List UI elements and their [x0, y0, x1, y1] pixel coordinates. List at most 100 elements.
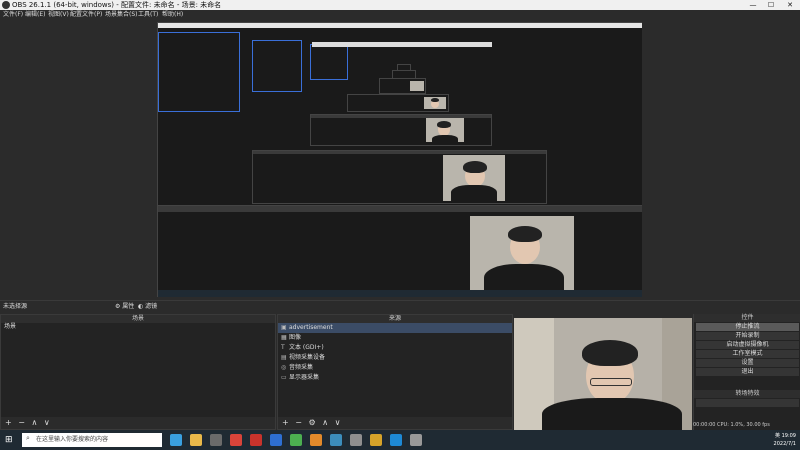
start-virtual-camera-button[interactable]: 启动虚拟摄像机 [696, 341, 799, 349]
source-label: 文本 (GDI+) [289, 344, 324, 351]
webcam-thumb [424, 97, 446, 109]
controls-header: 控件 [694, 314, 800, 322]
text-icon: T [281, 344, 285, 351]
webcam-thumb [410, 81, 424, 91]
selection-outline [158, 32, 240, 112]
source-label: 显示器采集 [289, 374, 320, 381]
filters-label: 滤镜 [145, 303, 158, 310]
nested-capture-4 [379, 78, 426, 94]
source-label: 图像 [289, 334, 302, 341]
taskbar-app-icon[interactable] [370, 434, 382, 446]
taskbar-app-icon[interactable] [210, 434, 222, 446]
image-icon: ▦ [281, 334, 287, 341]
window-title: OBS 26.1.1 (64-bit, windows) - 配置文件: 未命名… [12, 1, 222, 9]
taskbar-app-icon[interactable] [390, 434, 402, 446]
webcam-thumb [470, 216, 574, 296]
nested-capture-1b [252, 150, 547, 204]
nested-capture-3 [347, 94, 449, 112]
clock-time[interactable]: 19:09 [782, 433, 796, 439]
scene-item[interactable]: 场景 [1, 323, 275, 331]
clock-date[interactable]: 2022/7/1 [774, 441, 796, 447]
remove-scene-button[interactable]: − [18, 417, 25, 429]
taskbar-app-icon[interactable] [190, 434, 202, 446]
nested-titlebar [158, 23, 642, 28]
studio-mode-button[interactable]: 工作室模式 [696, 350, 799, 358]
source-label: 音频采集 [289, 364, 314, 371]
audio-icon: ◎ [281, 364, 287, 371]
transitions-header: 转场特效 [694, 390, 800, 398]
stop-streaming-button[interactable]: 停止推流 [696, 323, 799, 331]
nested-menu [312, 42, 492, 47]
windows-start-icon[interactable]: ⊞ [5, 435, 15, 445]
source-item-video-capture[interactable]: ▤ 视频采集设备 [278, 353, 512, 363]
display-icon: ▭ [281, 374, 287, 381]
menu-profile[interactable]: 配置文件(P) [70, 10, 102, 20]
scene-toolbar: 未选择源 ⚙ 属性 ◐ 滤镜 [0, 300, 800, 313]
nested-taskbar [158, 290, 642, 297]
source-item-image[interactable]: ▦ 图像 [278, 333, 512, 343]
maximize-button[interactable]: ☐ [762, 0, 780, 10]
source-item-text[interactable]: T 文本 (GDI+) [278, 343, 512, 353]
preview-canvas[interactable] [157, 22, 642, 297]
menu-edit[interactable]: 编辑(E) [25, 10, 45, 20]
source-up-button[interactable]: ∧ [322, 417, 328, 429]
settings-button[interactable]: 设置 [696, 359, 799, 367]
selection-outline [310, 44, 348, 80]
transition-select[interactable] [696, 399, 799, 407]
add-source-button[interactable]: + [282, 417, 289, 429]
start-recording-button[interactable]: 开始录制 [696, 332, 799, 340]
scene-down-button[interactable]: ∨ [44, 417, 50, 429]
camera-icon: ▤ [281, 354, 287, 361]
remove-source-button[interactable]: − [295, 417, 302, 429]
source-item-advertisement[interactable]: ▣ advertisement [278, 323, 512, 333]
system-tray: 英 19:09 2022/7/1 [774, 432, 796, 448]
source-down-button[interactable]: ∨ [335, 417, 341, 429]
menu-tools[interactable]: 工具(T) [138, 10, 158, 20]
controls-dock: 控件 停止推流 开始录制 启动虚拟摄像机 工作室模式 设置 退出 转场特效 [693, 314, 800, 430]
windows-taskbar: ⊞ 在这里输入你要搜索的内容 ⌕ 英 19:09 2022/7/1 [0, 430, 800, 450]
source-item-audio-capture[interactable]: ◎ 音频采集 [278, 363, 512, 373]
taskbar-app-icon[interactable] [350, 434, 362, 446]
taskbar-app-icon[interactable] [270, 434, 282, 446]
status-bar: 00:00:00 CPU: 1.0%, 30.00 fps [693, 422, 770, 428]
properties-button[interactable]: ⚙ 属性 [115, 301, 134, 313]
taskbar-app-icon[interactable] [410, 434, 422, 446]
obs-logo-icon [2, 1, 10, 9]
taskbar-app-icon[interactable] [170, 434, 182, 446]
nested-capture-main [157, 205, 642, 297]
menu-scene-collection[interactable]: 场景集合(S) [105, 10, 138, 20]
taskbar-app-icon[interactable] [310, 434, 322, 446]
scene-up-button[interactable]: ∧ [32, 417, 38, 429]
minimize-button[interactable]: — [744, 0, 762, 10]
taskbar-app-icon[interactable] [250, 434, 262, 446]
scenes-dock: 场景 场景 + − ∧ ∨ [0, 314, 276, 430]
taskbar-search-input[interactable]: 在这里输入你要搜索的内容 [22, 433, 162, 447]
search-icon: ⌕ [26, 434, 30, 442]
menu-help[interactable]: 帮助(H) [162, 10, 183, 20]
monitor-icon: ▣ [281, 324, 287, 331]
selection-outline [252, 40, 302, 92]
source-label: advertisement [289, 324, 333, 331]
sources-header: 来源 [278, 315, 512, 323]
no-source-label: 未选择源 [3, 303, 28, 310]
source-item-display-capture[interactable]: ▭ 显示器采集 [278, 373, 512, 383]
taskbar-app-icon[interactable] [290, 434, 302, 446]
scenes-footer: + − ∧ ∨ [1, 417, 275, 429]
taskbar-app-icon[interactable] [230, 434, 242, 446]
taskbar-app-icon[interactable] [330, 434, 342, 446]
webcam-view [514, 318, 692, 430]
close-button[interactable]: ✕ [781, 0, 799, 10]
title-bar: OBS 26.1.1 (64-bit, windows) - 配置文件: 未命名… [0, 0, 800, 10]
menu-file[interactable]: 文件(F) [3, 10, 23, 20]
source-settings-icon[interactable]: ⚙ [309, 417, 316, 429]
menu-bar: 文件(F) 编辑(E) 视图(V) 配置文件(P) 场景集合(S) 工具(T) … [0, 10, 800, 20]
nested-capture-2 [310, 114, 492, 146]
add-scene-button[interactable]: + [5, 417, 12, 429]
filters-button[interactable]: ◐ 滤镜 [138, 301, 157, 313]
menu-view[interactable]: 视图(V) [48, 10, 69, 20]
source-label: 视频采集设备 [289, 354, 326, 361]
properties-label: 属性 [122, 303, 135, 310]
ime-indicator[interactable]: 英 [775, 433, 780, 439]
exit-button[interactable]: 退出 [696, 368, 799, 376]
webcam-thumb [426, 118, 464, 142]
